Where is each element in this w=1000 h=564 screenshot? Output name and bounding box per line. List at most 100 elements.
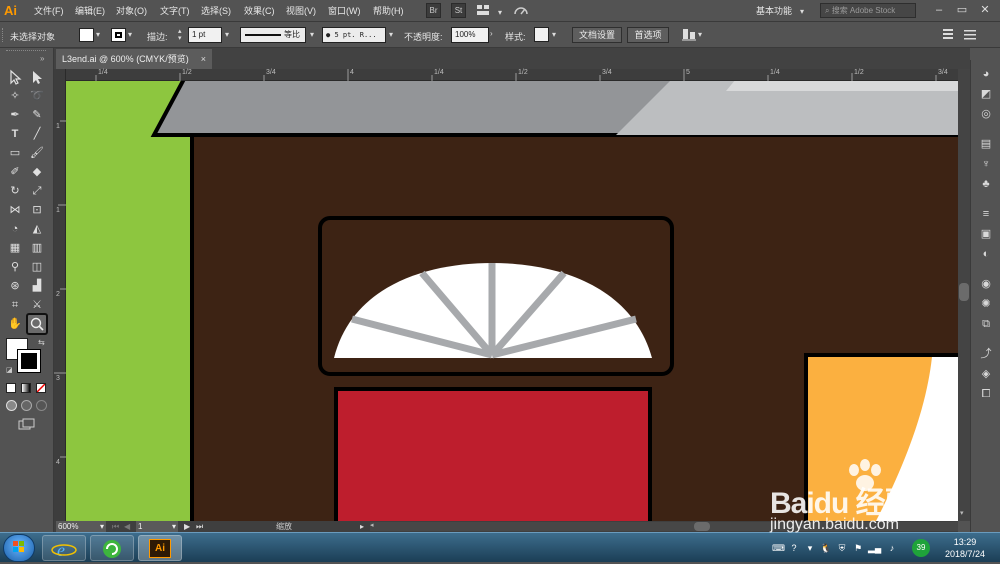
transparency-panel-icon[interactable]: ◐ (978, 246, 994, 262)
menu-object[interactable]: 对象(O) (116, 4, 147, 18)
more-options-icon[interactable] (963, 27, 977, 41)
draw-normal-icon[interactable] (6, 400, 17, 411)
stroke-weight-input[interactable]: 1 pt (188, 27, 222, 43)
direct-selection-tool-icon[interactable] (28, 68, 46, 86)
security-shield-icon[interactable]: ⛨ (836, 542, 848, 554)
brush-definition-select[interactable]: ● 5 pt. R... (322, 27, 386, 43)
preferences-button[interactable]: 首选项 (627, 27, 669, 43)
gradient-panel-icon[interactable]: ▣ (978, 226, 994, 242)
align-dropdown-icon[interactable]: ▾ (698, 30, 702, 39)
menu-effect[interactable]: 效果(C) (244, 4, 275, 18)
stock-button[interactable]: St (451, 3, 466, 18)
artboard-tool-icon[interactable]: ⌗ (6, 296, 24, 314)
free-transform-tool-icon[interactable]: ⊡ (28, 201, 46, 219)
layers-panel-icon[interactable]: ◈ (978, 366, 994, 382)
fill-dropdown-icon[interactable]: ▾ (96, 30, 100, 39)
close-icon[interactable]: ✕ (976, 2, 994, 18)
illustrator-taskbar-button[interactable]: Ai (138, 535, 182, 561)
tab-close-icon[interactable]: × (201, 49, 206, 69)
slice-tool-icon[interactable]: ⚔ (28, 296, 46, 314)
appearance-panel-icon[interactable]: ◎ (978, 106, 994, 122)
panel-menu-icon[interactable] (943, 27, 955, 41)
color-mode-button[interactable] (6, 383, 16, 393)
fill-color-swatch[interactable] (79, 28, 94, 42)
scroll-down-icon[interactable]: ▾ (960, 509, 964, 517)
start-button[interactable] (3, 534, 35, 562)
eyedropper-tool-icon[interactable]: ⚲ (6, 258, 24, 276)
appearance-icon[interactable]: ◉ (978, 276, 994, 292)
export-icon[interactable]: ⤴ (978, 346, 994, 362)
curvature-tool-icon[interactable]: ✎ (28, 106, 46, 124)
menu-help[interactable]: 帮助(H) (373, 4, 404, 18)
last-artboard-icon[interactable]: ⏭ (196, 521, 203, 532)
menu-file[interactable]: 文件(F) (34, 4, 64, 18)
scroll-left-icon[interactable]: ◂ (370, 521, 374, 529)
status-menu-icon[interactable]: ▸ (360, 521, 364, 532)
flag-icon[interactable]: ⚑ (852, 542, 864, 554)
style-dropdown-icon[interactable]: ▾ (552, 30, 556, 39)
artboard-number-select[interactable]: 1 ▾ (136, 521, 178, 532)
red-door[interactable] (334, 387, 652, 521)
mesh-tool-icon[interactable]: ▦ (6, 239, 24, 257)
eraser-tool-icon[interactable]: ◆ (28, 163, 46, 181)
restore-icon[interactable]: ▭ (953, 2, 971, 18)
brush-dropdown-icon[interactable]: ▾ (389, 30, 393, 39)
menu-type[interactable]: 文字(T) (160, 4, 190, 18)
document-setup-button[interactable]: 文档设置 (572, 27, 622, 43)
minimize-icon[interactable]: – (930, 2, 948, 18)
swap-colors-icon[interactable]: ⇆ (38, 338, 45, 347)
rotate-tool-icon[interactable]: ↻ (6, 182, 24, 200)
keyboard-icon[interactable]: ⌨ (772, 542, 785, 554)
zoom-level-select[interactable]: 600% ▾ (56, 521, 106, 532)
opacity-input[interactable]: 100% (451, 27, 489, 43)
perspective-grid-tool-icon[interactable]: ◭ (28, 220, 46, 238)
help-icon[interactable]: ? (788, 542, 800, 554)
horizontal-scrollbar[interactable]: ◂ (370, 522, 958, 531)
taskbar-clock[interactable]: 13:29 2018/7/24 (940, 536, 990, 560)
horizontal-scroll-thumb[interactable] (694, 522, 710, 531)
artboards-panel-icon[interactable]: ⧠ (978, 386, 994, 402)
bridge-button[interactable]: Br (426, 3, 441, 18)
image-trace-icon[interactable]: ⧉ (978, 316, 994, 332)
column-graph-tool-icon[interactable]: ▟ (28, 277, 46, 295)
next-artboard-icon[interactable]: ▶ (184, 521, 190, 532)
horizontal-ruler[interactable]: 1/4 1/2 3/4 4 1/4 1/2 3/4 5 1/4 1/2 3/4 (66, 69, 958, 81)
gpu-performance-icon[interactable] (513, 3, 529, 19)
paintbrush-tool-icon[interactable]: 🖌 (28, 144, 46, 162)
artboard-canvas[interactable] (66, 81, 958, 521)
graphic-style-swatch[interactable] (534, 27, 549, 42)
opacity-arrow-icon[interactable]: › (490, 29, 493, 38)
scale-tool-icon[interactable]: ⤢ (28, 182, 46, 200)
vertical-scroll-thumb[interactable] (959, 283, 969, 301)
vertical-scrollbar[interactable]: ▾ (958, 69, 970, 521)
menu-view[interactable]: 视图(V) (286, 4, 316, 18)
brushes-panel-icon[interactable]: ♆ (978, 156, 994, 172)
line-tool-icon[interactable]: ╱ (28, 125, 46, 143)
ie-taskbar-button[interactable]: e (42, 535, 86, 561)
network-icon[interactable]: ▂▄ (868, 542, 881, 554)
none-mode-button[interactable] (36, 383, 46, 393)
gradient-mode-button[interactable] (21, 383, 31, 393)
graphic-styles-icon[interactable]: ✺ (978, 296, 994, 312)
menu-edit[interactable]: 编辑(E) (75, 4, 105, 18)
stroke-stepper-icon[interactable]: ▴ ▾ (178, 28, 182, 42)
stroke-profile-dropdown-icon[interactable]: ▾ (310, 30, 314, 39)
color-panel-icon[interactable]: ◕ (978, 66, 994, 82)
volume-icon[interactable]: ♪ (886, 542, 898, 554)
previous-artboard-icon[interactable]: ◀ (124, 521, 130, 532)
default-colors-icon[interactable]: ◪ (6, 366, 13, 374)
draw-inside-icon[interactable] (36, 400, 47, 411)
qq-icon[interactable]: 🐧 (820, 542, 832, 554)
draw-behind-icon[interactable] (21, 400, 32, 411)
toolbar-collapse-icon[interactable]: » (40, 54, 44, 63)
workspace-dropdown-icon[interactable]: ▾ (800, 7, 804, 16)
shaper-tool-icon[interactable]: ✐ (6, 163, 24, 181)
stroke-color-box[interactable] (17, 349, 41, 373)
width-tool-icon[interactable]: ⋈ (6, 201, 24, 219)
screen-mode-icon[interactable] (18, 418, 36, 431)
stroke-color-swatch[interactable] (111, 28, 126, 42)
blend-tool-icon[interactable]: ◫ (28, 258, 46, 276)
stroke-panel-icon[interactable]: ≡ (978, 206, 994, 222)
gradient-tool-icon[interactable]: ▥ (28, 239, 46, 257)
vertical-ruler[interactable]: 1 1 2 3 4 (54, 69, 66, 521)
